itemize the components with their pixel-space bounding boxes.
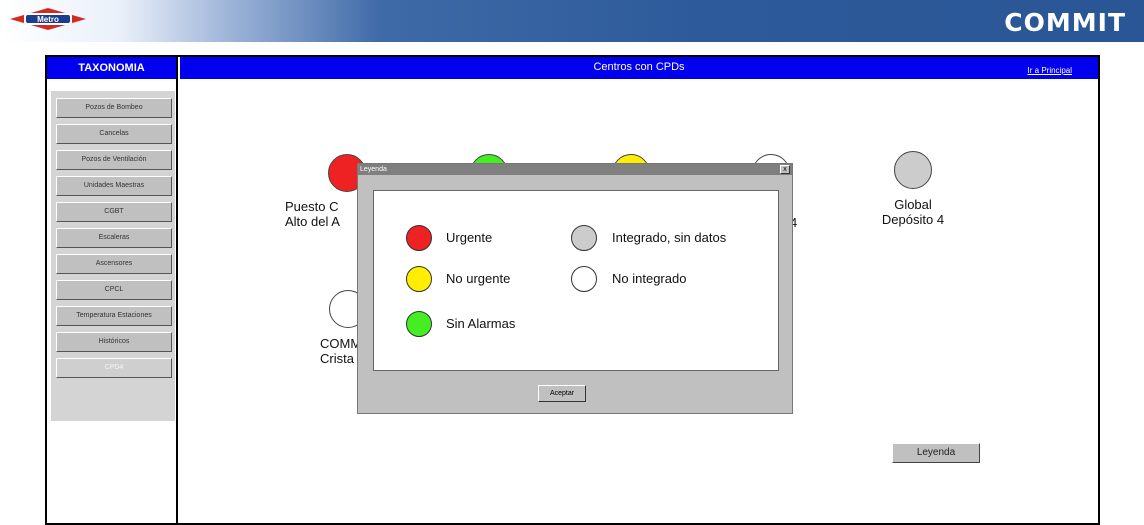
legend-panel: Urgente No urgente Sin Alarmas Integrado… bbox=[373, 190, 779, 371]
center-name-line2: Depósito 4 bbox=[881, 212, 945, 227]
accept-button[interactable]: Aceptar bbox=[538, 385, 586, 402]
metro-logo: Metro bbox=[10, 8, 86, 30]
legend-label-no-integrado: No integrado bbox=[612, 271, 687, 286]
metro-logo-text: Metro bbox=[37, 15, 59, 24]
center-status-circle[interactable] bbox=[894, 151, 932, 189]
sidebar: Pozos de Bombeo Cancelas Pozos de Ventil… bbox=[47, 79, 178, 523]
page-header: Centros con CPDs Ir a Principal bbox=[180, 57, 1098, 79]
legend-swatch-sin-alarmas bbox=[406, 311, 432, 337]
menu-item-cancelas[interactable]: Cancelas bbox=[56, 124, 172, 144]
menu-item-cpcl[interactable]: CPCL bbox=[56, 280, 172, 300]
legend-label-urgente: Urgente bbox=[446, 230, 493, 245]
top-banner: Metro COMMIT bbox=[0, 0, 1144, 42]
menu-item-pozos-bombeo[interactable]: Pozos de Bombeo bbox=[56, 98, 172, 118]
menu-item-escaleras[interactable]: Escaleras bbox=[56, 228, 172, 248]
legend-label-integrado-sin-datos: Integrado, sin datos bbox=[612, 230, 727, 245]
center-name-line1: Puesto C bbox=[285, 199, 339, 214]
legend-label-sin-alarmas: Sin Alarmas bbox=[446, 316, 516, 331]
menu-item-ascensores[interactable]: Ascensores bbox=[56, 254, 172, 274]
page-title: Centros con CPDs bbox=[593, 61, 685, 73]
center-label: 4 bbox=[790, 215, 810, 230]
menu-item-historicos[interactable]: Históricos bbox=[56, 332, 172, 352]
center-name-line2: Alto del A bbox=[285, 214, 340, 229]
legend-dialog: Leyenda x Urgente No urgente Sin Alarmas… bbox=[357, 163, 793, 414]
center-label: Global Depósito 4 bbox=[863, 197, 963, 227]
legend-swatch-urgente bbox=[406, 225, 432, 251]
dialog-title: Leyenda bbox=[360, 166, 387, 173]
sidebar-menu: Pozos de Bombeo Cancelas Pozos de Ventil… bbox=[51, 91, 175, 421]
center-name-line1: 4 bbox=[790, 215, 798, 230]
legend-swatch-no-integrado bbox=[571, 266, 597, 292]
legend-label-no-urgente: No urgente bbox=[446, 271, 511, 286]
legend-swatch-no-urgente bbox=[406, 266, 432, 292]
menu-item-temperatura-estaciones[interactable]: Temperatura Estaciones bbox=[56, 306, 172, 326]
legend-swatch-integrado-sin-datos bbox=[571, 225, 597, 251]
center-name-line1: Global bbox=[894, 197, 932, 212]
section-title: TAXONOMIA bbox=[47, 57, 178, 79]
commit-logo: COMMIT bbox=[1004, 8, 1126, 37]
menu-item-pozos-ventilacion[interactable]: Pozos de Ventilación bbox=[56, 150, 172, 170]
menu-item-unidades-maestras[interactable]: Unidades Maestras bbox=[56, 176, 172, 196]
close-icon[interactable]: x bbox=[780, 165, 790, 174]
menu-item-cpd4: CPD4 bbox=[56, 358, 172, 378]
menu-item-cgbt[interactable]: CGBT bbox=[56, 202, 172, 222]
principal-link[interactable]: Ir a Principal bbox=[1028, 66, 1072, 75]
center-label: Puesto C Alto del A bbox=[285, 199, 365, 229]
dialog-titlebar[interactable]: Leyenda x bbox=[358, 164, 792, 175]
legend-button[interactable]: Leyenda bbox=[892, 443, 980, 463]
